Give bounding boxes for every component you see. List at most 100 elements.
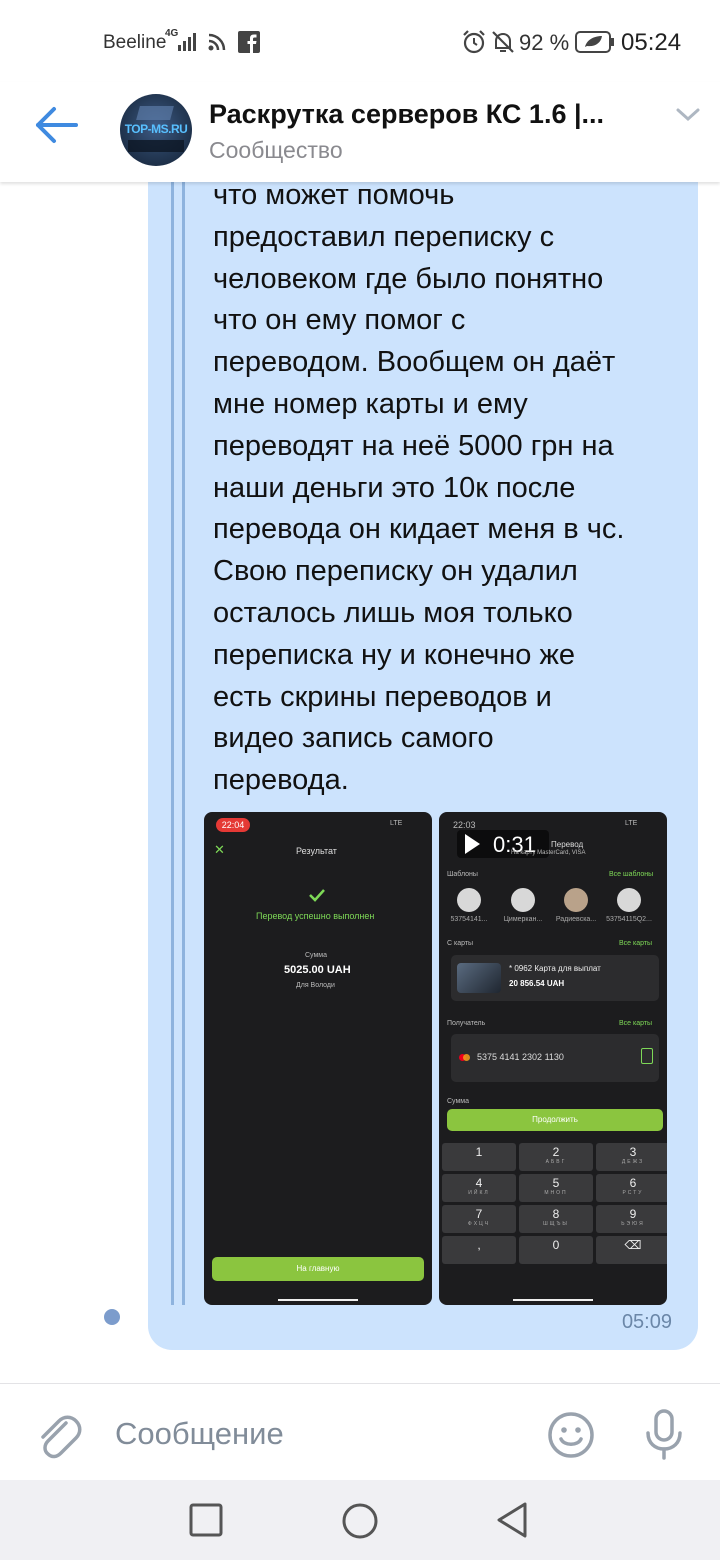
message-text: что может помочь предоставил переписку с… — [213, 175, 693, 802]
mute-icon — [492, 31, 514, 53]
keypad-key: 6 РСТУ — [596, 1174, 667, 1202]
recipient-link: Все карты — [619, 1020, 653, 1027]
facebook-icon — [238, 31, 260, 53]
back-nav-icon[interactable] — [494, 1501, 530, 1539]
message-line: перевода. — [213, 764, 349, 797]
keypad-key: 2 АБВГ — [519, 1143, 593, 1171]
keypad-key: 4 ИЙКЛ — [442, 1174, 516, 1202]
message-line: мне номер карты и ему — [213, 387, 528, 420]
key-digit: 4 — [475, 1176, 483, 1190]
recipient-label: Получатель — [447, 1020, 486, 1027]
home-button: На главную — [212, 1257, 424, 1281]
network-type: 4G — [165, 28, 179, 39]
battery-icon — [575, 31, 614, 53]
card-balance: 20 856.54 UAH — [509, 979, 565, 988]
lte-label: LTE — [625, 820, 638, 827]
play-icon[interactable] — [463, 833, 481, 855]
from-card-label: С карты — [447, 940, 474, 947]
continue-button: Продолжить — [447, 1109, 663, 1131]
message-line: Свою переписку он удалил — [213, 555, 578, 588]
attachment-video-transfer[interactable]: 22:03 LTE 0:31 Перевод На карту MasterCa… — [439, 812, 667, 1305]
key-digit: 3 — [629, 1145, 637, 1159]
keypad-key: 8 ШЩЪЫ — [519, 1205, 593, 1233]
recipient-name: Для Володи — [296, 982, 335, 989]
lte-label: LTE — [390, 820, 403, 827]
avatar-logo-text: TOP-MS.RU — [124, 122, 188, 136]
templates-link: Все шаблоны — [609, 871, 654, 878]
success-text: Перевод успешно выполнен — [256, 911, 375, 921]
chevron-down-icon[interactable] — [673, 104, 703, 126]
keypad-key: , — [442, 1236, 516, 1264]
message-input[interactable]: Сообщение — [115, 1416, 284, 1452]
message-line: переписка ну и конечно же — [213, 638, 575, 671]
contact-avatar — [617, 888, 641, 912]
message-line: осталось лишь моя только — [213, 596, 573, 629]
checkmark-icon — [309, 889, 325, 902]
carrier-name: Beeline — [103, 32, 167, 53]
home-indicator — [278, 1299, 358, 1301]
status-bar: Beeline 4G 92 % 05:24 — [0, 0, 720, 82]
result-title: Результат — [296, 846, 337, 856]
templates-label: Шаблоны — [447, 871, 478, 878]
message-line: что он ему помог с — [213, 304, 466, 337]
sum-label: Сумма — [447, 1098, 469, 1105]
key-letters: МНОП — [544, 1190, 568, 1196]
key-digit: 0 — [552, 1238, 560, 1252]
contact-avatar — [511, 888, 535, 912]
transfer-title: Перевод — [551, 840, 584, 849]
from-card-link: Все карты — [619, 940, 653, 947]
message-line: человеком где было понятно — [213, 262, 604, 295]
contact-name: 53754141... — [450, 916, 488, 923]
signal-icon — [178, 33, 196, 51]
scan-card-icon — [641, 1048, 653, 1064]
status-time-small: 22:03 — [453, 820, 476, 830]
message-line: наши деньги это 10к после — [213, 471, 576, 504]
source-card: * 0962 Карта для выплат 20 856.54 UAH — [451, 955, 659, 1001]
keypad-key: 3 ДЕЖЗ — [596, 1143, 667, 1171]
status-time: 05:24 — [621, 29, 682, 56]
chat-title[interactable]: Раскрутка серверов КС 1.6 |... — [209, 99, 664, 130]
keypad-key: ⌫ — [596, 1236, 667, 1264]
microphone-icon[interactable] — [642, 1408, 686, 1462]
back-arrow-icon[interactable] — [30, 102, 86, 148]
sum-label: Сумма — [305, 952, 327, 959]
card-image — [457, 963, 501, 993]
key-letters: ФХЦЧ — [467, 1221, 491, 1227]
transfer-subtitle: На карту MasterCard, VISA — [511, 850, 586, 856]
quote-bar — [171, 180, 174, 1305]
message-bubble[interactable]: что может помочь предоставил переписку с… — [148, 150, 698, 1350]
message-line: переводят на неё 5000 грн на — [213, 429, 614, 462]
recipient-card-field: 5375 4141 2302 1130 — [451, 1034, 659, 1082]
home-icon[interactable] — [341, 1502, 379, 1540]
key-digit: 8 — [552, 1207, 560, 1221]
message-line: видео запись самого — [213, 722, 494, 755]
system-nav-bar — [0, 1480, 720, 1560]
key-digit: 1 — [475, 1145, 483, 1159]
keypad-key: 1 — [442, 1143, 516, 1171]
recording-time: 22:04 — [216, 818, 250, 832]
keypad-key: 5 МНОП — [519, 1174, 593, 1202]
key-digit: , — [477, 1238, 481, 1252]
battery-percent: 92 % — [519, 30, 570, 55]
community-avatar[interactable]: TOP-MS.RU — [120, 94, 192, 166]
unread-indicator — [104, 1309, 120, 1325]
emoji-icon[interactable] — [546, 1410, 596, 1460]
key-digit: 5 — [552, 1176, 560, 1190]
contact-avatar — [457, 888, 481, 912]
attachment-image-result[interactable]: 22:04 LTE ✕ Результат Перевод успешно вы… — [204, 812, 432, 1305]
quote-bar — [182, 180, 185, 1305]
key-digit: ⌫ — [624, 1238, 642, 1252]
key-digit: 6 — [629, 1176, 637, 1190]
contact-name: Радиевска... — [555, 916, 597, 923]
key-letters: АБВГ — [545, 1159, 567, 1165]
key-letters: ИЙКЛ — [468, 1190, 490, 1196]
alarm-icon — [463, 30, 485, 54]
recent-apps-icon[interactable] — [189, 1503, 223, 1537]
message-line: есть скрины переводов и — [213, 680, 552, 713]
chat-header: TOP-MS.RU Раскрутка серверов КС 1.6 |...… — [0, 82, 720, 182]
mastercard-icon — [459, 1053, 470, 1063]
close-icon: ✕ — [214, 842, 225, 857]
contact-name: Цимеркан... — [503, 916, 543, 923]
attach-icon[interactable] — [34, 1409, 82, 1461]
key-letters: ШЩЪЫ — [543, 1221, 569, 1227]
